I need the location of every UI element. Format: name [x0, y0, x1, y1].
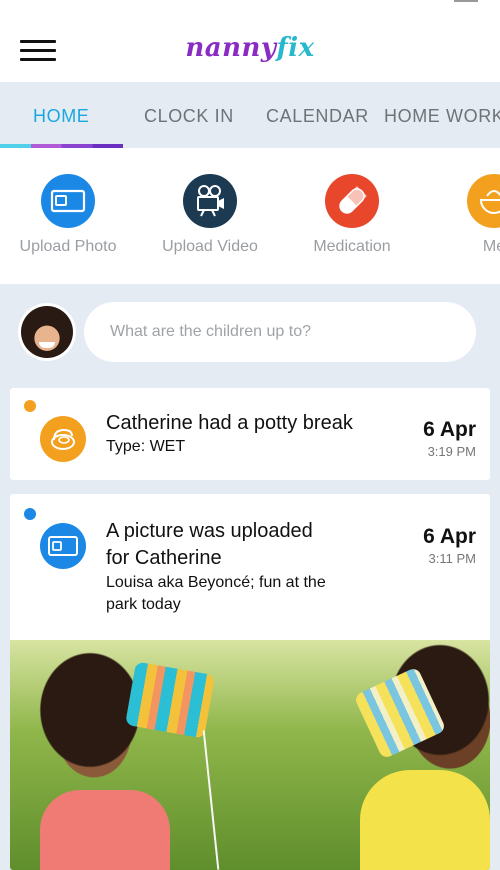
tab-home[interactable]: HOME [33, 106, 89, 127]
feed-card-subtitle: Type: WET [106, 438, 186, 455]
feed-card-time: 3:19 PM [427, 444, 476, 459]
feed-card-title-line-1: A picture was uploaded [106, 520, 313, 542]
activity-post-input[interactable] [84, 302, 476, 362]
top-tab-bar: HOME CLOCK IN CALENDAR HOME WORK [0, 82, 500, 148]
upload-video-label: Upload Video [162, 238, 258, 255]
quick-actions-row: Upload Photo Upload Video Medication M [0, 148, 500, 284]
video-camera-icon [183, 174, 237, 228]
feed-card-date: 6 Apr [423, 418, 476, 441]
unread-dot [24, 508, 36, 520]
camera-icon [40, 523, 86, 569]
feed-card-timestamp: 6 Apr 3:19 PM [423, 418, 476, 459]
upload-photo-button[interactable]: Upload Photo [0, 174, 138, 256]
feed-card-timestamp: 6 Apr 3:11 PM [423, 525, 476, 566]
medication-button[interactable]: Medication [282, 174, 422, 256]
feed-card[interactable]: Catherine had a potty break Type: WET 6 … [10, 388, 490, 480]
feed-card-date: 6 Apr [423, 525, 476, 548]
potty-icon [40, 416, 86, 462]
camera-icon [41, 174, 95, 228]
status-bar-fragment [454, 0, 478, 2]
feed-card-caption-line-1: Louisa aka Beyoncé; fun at the [106, 574, 326, 591]
upload-video-button[interactable]: Upload Video [140, 174, 280, 256]
meal-icon [467, 174, 500, 228]
uploaded-photo[interactable] [10, 640, 490, 870]
app-logo: nannyfix [185, 33, 315, 63]
unread-dot [24, 400, 36, 412]
pill-icon [325, 174, 379, 228]
feed-card-title-line-2: for Catherine [106, 547, 222, 569]
tab-calendar[interactable]: CALENDAR [266, 106, 369, 127]
meal-label: Me [482, 238, 500, 255]
upload-photo-label: Upload Photo [19, 238, 117, 255]
meal-button[interactable]: Me [424, 174, 500, 256]
tab-clock-in[interactable]: CLOCK IN [144, 106, 234, 127]
tab-home-work[interactable]: HOME WORK [384, 106, 500, 127]
feed-card-caption-line-2: park today [106, 596, 181, 613]
feed-card[interactable]: A picture was uploaded for Catherine Lou… [10, 494, 490, 870]
feed-card-time: 3:11 PM [428, 551, 476, 566]
avatar[interactable] [18, 303, 76, 361]
app-header: nannyfix [0, 0, 500, 82]
feed-card-title: Catherine had a potty break [106, 412, 353, 434]
post-composer [0, 284, 500, 380]
medication-label: Medication [313, 238, 391, 255]
